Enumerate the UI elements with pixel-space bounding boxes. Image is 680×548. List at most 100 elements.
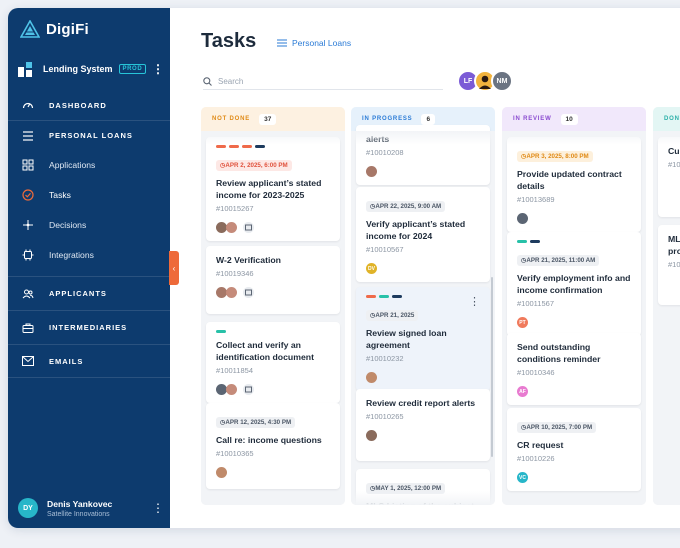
task-id: #10010567 — [366, 245, 404, 254]
task-id: #10 — [668, 260, 680, 269]
task-title: Review applicant’s stated income for 202… — [216, 178, 322, 200]
breadcrumb[interactable]: Personal Loans — [277, 38, 351, 48]
search-box[interactable]: Search — [203, 74, 443, 90]
search-input[interactable]: Search — [218, 77, 243, 86]
task-card[interactable]: ◷APR 2, 2025, 6:00 PM Review applicant’s … — [206, 137, 340, 241]
sidebar-item-applications[interactable]: Applications — [8, 150, 170, 180]
sidebar-item-emails[interactable]: EMAILS — [8, 344, 170, 378]
team-avatars[interactable]: LF NM — [457, 70, 513, 92]
card-tags — [366, 295, 480, 298]
team-avatar[interactable]: NM — [491, 70, 513, 92]
card-tags — [517, 240, 631, 243]
sidebar-item-tasks[interactable]: Tasks — [8, 180, 170, 210]
due-date-text: APR 12, 2025, 4:30 PM — [225, 419, 292, 426]
column-count-badge: 37 — [259, 113, 277, 125]
task-title: Call re: income questions — [216, 435, 322, 445]
assignee-photo-icon[interactable] — [226, 384, 237, 395]
list-icon — [277, 39, 287, 47]
column-header[interactable]: IN REVIEW 10 — [502, 107, 646, 131]
tag-bar — [216, 145, 226, 148]
assignee-avatar[interactable]: PT — [517, 317, 528, 328]
column-scrollbar[interactable] — [491, 277, 493, 457]
assignee-avatar[interactable]: AF — [517, 386, 528, 397]
sidebar-item-decisions[interactable]: Decisions — [8, 210, 170, 240]
tag-bar — [255, 145, 265, 148]
task-card[interactable]: ◷MAY 1, 2025, 12:00 PM MLS Listing of the… — [356, 469, 490, 505]
chevron-left-icon: ‹ — [172, 263, 176, 273]
card-menu-icon[interactable]: ⋮ — [469, 295, 480, 308]
column-title: DONE — [664, 116, 680, 122]
task-card[interactable]: ◷APR 12, 2025, 4:30 PM Call re: income qu… — [206, 403, 340, 489]
tag-bar — [392, 295, 402, 298]
column-count-badge: 10 — [560, 113, 578, 125]
task-card[interactable]: alerts #10010208 — [356, 125, 490, 185]
task-id: #10010265 — [366, 412, 404, 421]
sidebar-item-label: APPLICANTS — [49, 289, 107, 298]
task-title: Cu — [668, 146, 680, 156]
task-title: Provide updated contract details — [517, 169, 622, 191]
assignee-photo-icon[interactable] — [226, 222, 237, 233]
due-date-badge: ◷APR 21, 2025, 11:00 AM — [517, 255, 600, 266]
tag-bar — [366, 295, 376, 298]
task-card[interactable]: ◷APR 22, 2025, 9:00 AM Verify applicant’s… — [356, 187, 490, 282]
task-card[interactable]: ◷APR 21, 2025 Review signed loan agreemen… — [356, 287, 490, 391]
users-icon — [22, 288, 34, 300]
column-header[interactable]: DONE — [653, 107, 680, 131]
card-tags — [216, 330, 330, 333]
sidebar-item-label: INTERMEDIARIES — [49, 323, 128, 332]
user-company: Satellite Innovations — [47, 510, 110, 518]
sidebar-item-integrations[interactable]: Integrations — [8, 240, 170, 270]
card-tags — [216, 145, 330, 148]
task-card[interactable]: Collect and verify an identification doc… — [206, 322, 340, 403]
product-menu-icon[interactable]: ⋮ — [152, 63, 164, 75]
menu-lines-icon — [22, 130, 34, 142]
product-switcher[interactable]: Lending System PROD ⋮ — [18, 56, 164, 82]
card-assignees: PT — [517, 317, 631, 328]
logo[interactable]: DigiFi — [20, 20, 89, 38]
assignee-photo-icon[interactable] — [216, 467, 227, 478]
assignee-photo-icon[interactable] — [366, 166, 377, 177]
assignee-photo-icon[interactable] — [366, 430, 377, 441]
due-date-badge: ◷APR 10, 2025, 7:00 PM — [517, 422, 597, 433]
sidebar-item-applicants[interactable]: APPLICANTS — [8, 276, 170, 310]
task-card[interactable]: ◷APR 3, 2025, 8:00 PM Provide updated con… — [507, 137, 641, 232]
column-count-badge: 6 — [421, 113, 436, 125]
envelope-icon — [22, 355, 34, 367]
sidebar-item-intermediaries[interactable]: INTERMEDIARIES — [8, 310, 170, 344]
collapse-sidebar-button[interactable]: ‹ — [169, 251, 179, 285]
app-name: DigiFi — [46, 20, 89, 38]
tag-bar — [530, 240, 540, 243]
column-header[interactable]: NOT DONE 37 — [201, 107, 345, 131]
column-fade-bottom — [653, 491, 680, 505]
assignee-photo-icon[interactable] — [366, 372, 377, 383]
task-card[interactable]: Cu #10 — [658, 137, 680, 217]
due-date-badge: ◷APR 22, 2025, 9:00 AM — [366, 201, 446, 212]
sidebar-item-personal-loans[interactable]: PERSONAL LOANS — [8, 120, 170, 150]
assignee-photo-icon[interactable] — [226, 287, 237, 298]
sidebar-item-dashboard[interactable]: DASHBOARD — [8, 90, 170, 120]
briefcase-icon — [22, 322, 34, 334]
tag-bar — [216, 330, 226, 333]
assignee-photo-icon[interactable] — [517, 213, 528, 224]
task-title: Collect and verify an identification doc… — [216, 340, 314, 362]
assignee-avatar[interactable]: DV — [366, 263, 377, 274]
task-card[interactable]: ◷APR 10, 2025, 7:00 PM CR request #1001022… — [507, 408, 641, 491]
grid-icon — [22, 159, 34, 171]
user-menu-icon[interactable]: ⋮ — [152, 502, 164, 514]
task-id: #10015267 — [216, 204, 254, 213]
card-assignees: VC — [517, 472, 631, 483]
kanban-column: DONE Cu #10 ML pro #10 — [653, 107, 680, 505]
breadcrumb-label: Personal Loans — [292, 38, 352, 48]
task-card[interactable]: Review credit report alerts #10010265 — [356, 389, 490, 461]
card-assignees — [216, 384, 330, 395]
assignee-avatar[interactable]: VC — [517, 472, 528, 483]
task-card[interactable]: ML pro #10 — [658, 225, 680, 305]
due-date-badge: ◷MAY 1, 2025, 12:00 PM — [366, 483, 446, 494]
task-card[interactable]: Send outstanding conditions reminder #100… — [507, 333, 641, 405]
tag-bar — [229, 145, 239, 148]
due-date-badge: ◷APR 3, 2025, 8:00 PM — [517, 151, 593, 162]
task-card[interactable]: W-2 Verification #10019346 — [206, 246, 340, 314]
task-card[interactable]: ◷APR 21, 2025, 11:00 AM Verify employment… — [507, 232, 641, 336]
task-title: ML pro — [668, 234, 680, 256]
user-profile[interactable]: DY Denis Yankovec Satellite Innovations … — [18, 498, 164, 518]
